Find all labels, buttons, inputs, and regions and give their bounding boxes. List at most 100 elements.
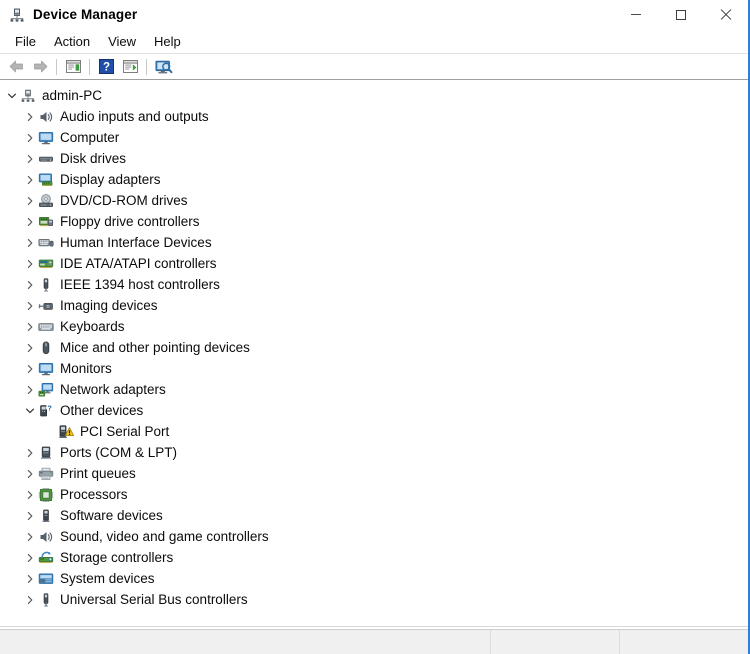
chevron-right-icon[interactable] <box>22 529 38 545</box>
unknown-device-warning-icon <box>58 424 74 440</box>
printer-icon <box>38 466 54 482</box>
firewire-icon <box>38 277 54 293</box>
tree-row-ieee-1394-host-controllers[interactable]: IEEE 1394 host controllers <box>0 274 748 295</box>
update-driver-icon <box>122 60 138 73</box>
chevron-right-icon[interactable] <box>22 361 38 377</box>
floppy-controller-icon <box>38 214 54 230</box>
tree-row-root[interactable]: admin-PC <box>0 85 748 106</box>
tree-row-ports-com-lpt[interactable]: Ports (COM & LPT) <box>0 442 748 463</box>
tree-row-ide-ata-atapi-controllers[interactable]: IDE ATA/ATAPI controllers <box>0 253 748 274</box>
tree-row-audio-inputs-and-outputs[interactable]: Audio inputs and outputs <box>0 106 748 127</box>
properties-button[interactable] <box>61 56 85 78</box>
chevron-down-icon[interactable] <box>4 88 20 104</box>
tree-label: System devices <box>60 570 155 586</box>
speaker-icon <box>38 529 54 545</box>
help-button[interactable]: ? <box>94 56 118 78</box>
chevron-right-icon[interactable] <box>22 151 38 167</box>
chevron-right-icon[interactable] <box>22 214 38 230</box>
tree-label: Audio inputs and outputs <box>60 108 209 124</box>
chevron-right-icon[interactable] <box>22 256 38 272</box>
chevron-right-icon[interactable] <box>22 109 38 125</box>
chevron-right-icon[interactable] <box>22 592 38 608</box>
tree-row-monitors[interactable]: Monitors <box>0 358 748 379</box>
tree-row-dvd-cd-rom-drives[interactable]: DVD/CD-ROM drives <box>0 190 748 211</box>
tree-label: IEEE 1394 host controllers <box>60 276 220 292</box>
chevron-right-icon[interactable] <box>22 172 38 188</box>
chevron-right-icon[interactable] <box>22 508 38 524</box>
display-adapter-icon <box>38 172 54 188</box>
chevron-right-icon[interactable] <box>22 340 38 356</box>
chevron-right-icon[interactable] <box>22 235 38 251</box>
tree-row-display-adapters[interactable]: Display adapters <box>0 169 748 190</box>
toolbar-separator-3 <box>146 58 147 75</box>
forward-arrow-icon <box>33 60 47 73</box>
chevron-right-icon[interactable] <box>22 382 38 398</box>
tree-row-imaging-devices[interactable]: Imaging devices <box>0 295 748 316</box>
back-arrow-icon <box>9 60 23 73</box>
properties-icon <box>65 60 81 73</box>
camera-icon <box>38 298 54 314</box>
tree-row-pci-serial-port[interactable]: PCI Serial Port <box>0 421 748 442</box>
menu-item-view[interactable]: View <box>99 31 145 52</box>
tree-label: Processors <box>60 486 128 502</box>
forward-button[interactable] <box>28 56 52 78</box>
back-button[interactable] <box>4 56 28 78</box>
device-tree-panel[interactable]: admin-PC Audio inputs and outputs Comput… <box>0 80 748 626</box>
update-driver-button[interactable] <box>118 56 142 78</box>
tree-row-keyboards[interactable]: Keyboards <box>0 316 748 337</box>
chevron-right-icon[interactable] <box>22 445 38 461</box>
chevron-down-icon[interactable] <box>22 403 38 419</box>
tree-label: PCI Serial Port <box>80 423 170 439</box>
chevron-right-icon[interactable] <box>22 277 38 293</box>
system-device-icon <box>38 571 54 587</box>
maximize-button[interactable] <box>658 0 703 29</box>
title-bar-left: Device Manager <box>0 7 137 23</box>
tree-label: Universal Serial Bus controllers <box>60 591 248 607</box>
toolbar: ? <box>0 53 748 80</box>
usb-controller-icon <box>38 592 54 608</box>
chevron-right-icon[interactable] <box>22 193 38 209</box>
minimize-button[interactable] <box>613 0 658 29</box>
tree-row-other-devices[interactable]: ? Other devices <box>0 400 748 421</box>
tree-row-processors[interactable]: Processors <box>0 484 748 505</box>
scan-hardware-button[interactable] <box>151 56 175 78</box>
chevron-right-icon[interactable] <box>22 571 38 587</box>
tree-row-disk-drives[interactable]: Disk drives <box>0 148 748 169</box>
tree-label: IDE ATA/ATAPI controllers <box>60 255 217 271</box>
chevron-right-icon[interactable] <box>22 298 38 314</box>
computer-root-icon <box>20 88 36 104</box>
tree-label: Keyboards <box>60 318 125 334</box>
device-manager-icon <box>9 7 25 23</box>
menu-item-file[interactable]: File <box>6 31 45 52</box>
tree-label: Human Interface Devices <box>60 234 212 250</box>
network-adapter-icon <box>38 382 54 398</box>
tree-row-computer[interactable]: Computer <box>0 127 748 148</box>
close-button[interactable] <box>703 0 748 29</box>
tree-row-mice-and-other-pointing-devices[interactable]: Mice and other pointing devices <box>0 337 748 358</box>
window-controls <box>613 0 748 29</box>
chevron-right-icon[interactable] <box>22 487 38 503</box>
chevron-right-icon[interactable] <box>22 550 38 566</box>
menu-item-help[interactable]: Help <box>145 31 190 52</box>
tree-row-storage-controllers[interactable]: Storage controllers <box>0 547 748 568</box>
chevron-right-icon[interactable] <box>22 319 38 335</box>
status-bar <box>0 629 748 654</box>
menu-item-action[interactable]: Action <box>45 31 99 52</box>
tree-row-network-adapters[interactable]: Network adapters <box>0 379 748 400</box>
tree-row-floppy-drive-controllers[interactable]: Floppy drive controllers <box>0 211 748 232</box>
tree-row-human-interface-devices[interactable]: Human Interface Devices <box>0 232 748 253</box>
toolbar-separator-1 <box>56 58 57 75</box>
tree-label: Print queues <box>60 465 136 481</box>
tree-row-system-devices[interactable]: System devices <box>0 568 748 589</box>
scan-hardware-changes-icon <box>155 60 172 73</box>
tree-row-print-queues[interactable]: Print queues <box>0 463 748 484</box>
tree-row-sound-video-and-game-controllers[interactable]: Sound, video and game controllers <box>0 526 748 547</box>
tree-label: Storage controllers <box>60 549 174 565</box>
chevron-right-icon[interactable] <box>22 130 38 146</box>
storage-controller-icon <box>38 550 54 566</box>
tree-label: Display adapters <box>60 171 161 187</box>
chevron-right-icon[interactable] <box>22 466 38 482</box>
software-device-icon <box>38 508 54 524</box>
tree-row-universal-serial-bus-controllers[interactable]: Universal Serial Bus controllers <box>0 589 748 610</box>
tree-row-software-devices[interactable]: Software devices <box>0 505 748 526</box>
